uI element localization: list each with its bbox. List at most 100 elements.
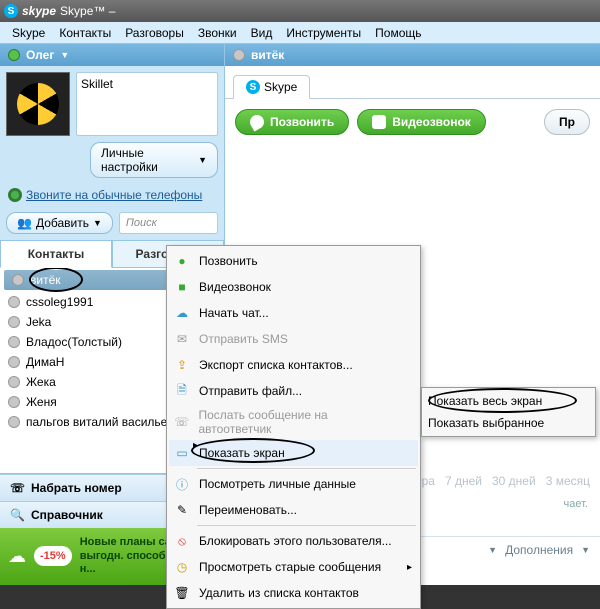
file-icon: 🗎 <box>173 382 191 400</box>
call-phones-label: Звоните на обычные телефоны <box>26 188 202 202</box>
sub-share-full[interactable]: Показать весь экран <box>424 390 593 412</box>
add-contact-label: Добавить <box>36 216 89 230</box>
title-app: skype <box>22 4 56 18</box>
status-icon <box>8 316 20 328</box>
ctx-profile-label: Посмотреть личные данные <box>199 477 356 491</box>
chat-icon: ☁ <box>173 304 191 322</box>
ctx-remove[interactable]: 🗑 Удалить из списка контактов <box>169 580 418 606</box>
sub-share-selection[interactable]: Показать выбранное <box>424 412 593 434</box>
contact-name: ДимаН <box>26 355 64 369</box>
tab-contacts[interactable]: Контакты <box>0 240 112 268</box>
cloud-icon: ☁ <box>8 546 26 567</box>
phone-icon <box>8 188 22 202</box>
call-button[interactable]: Позвонить <box>235 109 349 135</box>
block-icon: ⦸ <box>173 532 191 550</box>
ctx-sendfile[interactable]: 🗎 Отправить файл... <box>169 378 418 404</box>
timeline-3months[interactable]: 3 месяц <box>546 474 590 488</box>
my-header[interactable]: Олег ▼ <box>0 44 224 66</box>
search-icon: 🔍 <box>10 508 25 522</box>
menu-bar: Skype Контакты Разговоры Звонки Вид Инст… <box>0 22 600 44</box>
chevron-down-icon[interactable]: ▼ <box>488 545 497 555</box>
menu-conversations[interactable]: Разговоры <box>119 24 190 42</box>
title-caption: Skype™ – <box>60 4 115 18</box>
contact-name: пальгов виталий васильев <box>26 415 174 429</box>
phone-icon <box>247 112 266 131</box>
menu-help[interactable]: Помощь <box>369 24 427 42</box>
dialpad-icon: ☏ <box>10 481 25 495</box>
menu-calls[interactable]: Звонки <box>192 24 243 42</box>
conversation-header: витёк <box>225 44 600 66</box>
chevron-down-icon: ▼ <box>60 50 69 60</box>
sms-icon: ✉ <box>173 330 191 348</box>
status-icon <box>233 49 245 61</box>
ctx-old-messages[interactable]: ◷Просмотреть старые сообщения <box>169 554 418 580</box>
ctx-export-label: Экспорт списка контактов... <box>199 358 353 372</box>
profile-settings-label: Личные настройки <box>101 146 194 174</box>
screen-icon: ▭ <box>173 444 191 462</box>
ctx-sendfile-label: Отправить файл... <box>199 384 302 398</box>
timeline-7days[interactable]: 7 дней <box>445 474 482 488</box>
timeline-30days[interactable]: 30 дней <box>492 474 536 488</box>
ctx-voicemail: ☏ Послать сообщение на автоответчик <box>169 404 418 440</box>
ctx-remove-label: Удалить из списка контактов <box>199 586 359 600</box>
addons-label[interactable]: Дополнения <box>505 543 573 557</box>
status-icon <box>8 396 20 408</box>
more-button[interactable]: Пр <box>544 109 590 135</box>
search-input[interactable]: Поиск <box>119 212 218 234</box>
menu-tools[interactable]: Инструменты <box>280 24 367 42</box>
video-call-button[interactable]: Видеозвонок <box>357 109 486 135</box>
ctx-oldmsg-label: Просмотреть старые сообщения <box>199 560 381 574</box>
ctx-profile[interactable]: ⓘ Посмотреть личные данные <box>169 471 418 497</box>
ctx-video[interactable]: ■Видеозвонок <box>169 274 418 300</box>
share-screen-submenu: Показать весь экран Показать выбранное <box>421 387 596 437</box>
contact-name: cssoleg1991 <box>26 295 93 309</box>
skype-logo-icon: S <box>4 4 18 18</box>
chevron-down-icon[interactable]: ▼ <box>581 545 590 555</box>
menu-skype[interactable]: Skype <box>6 24 51 42</box>
info-icon: ⓘ <box>173 475 191 493</box>
chevron-down-icon: ▼ <box>93 218 102 228</box>
rename-icon: ✎ <box>173 501 191 519</box>
menu-view[interactable]: Вид <box>245 24 279 42</box>
voicemail-icon: ☏ <box>173 413 190 431</box>
ctx-block-label: Блокировать этого пользователя... <box>199 534 392 548</box>
conversation-title: витёк <box>251 48 284 62</box>
call-label: Позвонить <box>270 115 334 129</box>
video-icon: ■ <box>173 278 191 296</box>
video-label: Видеозвонок <box>392 115 471 129</box>
menu-contacts[interactable]: Контакты <box>53 24 117 42</box>
ctx-block[interactable]: ⦸ Блокировать этого пользователя... <box>169 528 418 554</box>
call-toolbar: Позвонить Видеозвонок Пр <box>225 98 600 145</box>
trash-icon: 🗑 <box>173 584 191 602</box>
ctx-sms-label: Отправить SMS <box>199 332 288 346</box>
ctx-call[interactable]: ●Позвонить <box>169 248 418 274</box>
status-fragment: чает. <box>564 498 588 510</box>
ctx-rename[interactable]: ✎Переименовать... <box>169 497 418 523</box>
call-phones-link[interactable]: Звоните на обычные телефоны <box>0 184 224 206</box>
ctx-share-screen[interactable]: ▭Показать экран <box>169 440 418 466</box>
phone-icon: ● <box>173 252 191 270</box>
my-avatar[interactable] <box>6 72 70 136</box>
conv-tab-label: Skype <box>264 80 297 94</box>
ctx-voicemail-label: Послать сообщение на автоответчик <box>198 408 398 436</box>
contact-name: Женя <box>26 395 57 409</box>
mood-input[interactable]: Skillet <box>76 72 218 136</box>
add-contact-button[interactable]: 👥 Добавить ▼ <box>6 212 113 234</box>
ctx-export[interactable]: ⇪ Экспорт списка контактов... <box>169 352 418 378</box>
timeline-filter: чера 7 дней 30 дней 3 месяц <box>409 474 590 488</box>
contact-name: витёк <box>30 273 61 287</box>
ctx-sms: ✉ Отправить SMS <box>169 326 418 352</box>
status-icon <box>8 296 20 308</box>
conversation-tab-skype[interactable]: S Skype <box>233 75 310 99</box>
directory-label: Справочник <box>31 508 103 522</box>
ctx-chat[interactable]: ☁Начать чат... <box>169 300 418 326</box>
add-user-icon: 👥 <box>17 216 32 230</box>
status-icon <box>8 416 20 428</box>
status-icon <box>8 356 20 368</box>
export-icon: ⇪ <box>173 356 191 374</box>
contact-name: Владос(Толстый) <box>26 335 122 349</box>
profile-settings-button[interactable]: Личные настройки ▼ <box>90 142 218 178</box>
my-status-icon <box>8 49 20 61</box>
my-name: Олег <box>26 48 54 62</box>
chevron-down-icon: ▼ <box>198 155 207 165</box>
